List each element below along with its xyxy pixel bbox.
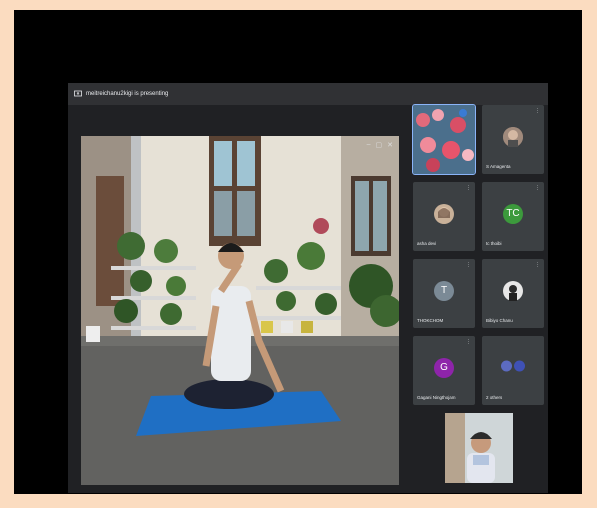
avatar: G bbox=[434, 357, 454, 378]
avatar bbox=[503, 126, 523, 147]
participant-name: asha devi bbox=[417, 241, 437, 246]
avatar-pair bbox=[501, 360, 525, 372]
more-options-icon[interactable]: ⋮ bbox=[535, 108, 540, 114]
participant-name: tc thoibi bbox=[486, 241, 502, 246]
self-view-video bbox=[445, 413, 513, 483]
avatar bbox=[503, 280, 523, 301]
participant-tile[interactable]: ⋮ Bibiyo Chanu bbox=[482, 259, 544, 328]
flowers-background bbox=[413, 105, 475, 174]
participant-tile[interactable]: 2 others bbox=[482, 336, 544, 405]
video-controls: – ▢ ✕ bbox=[367, 141, 393, 149]
yoga-scene bbox=[81, 136, 399, 485]
participant-name: Gagani Ningthojam bbox=[417, 395, 456, 400]
more-options-icon[interactable]: ⋮ bbox=[466, 185, 471, 191]
participant-tile[interactable]: ⋮ asha devi bbox=[413, 182, 475, 251]
avatar bbox=[501, 360, 512, 372]
avatar: TC bbox=[503, 203, 523, 224]
minimize-icon[interactable]: – bbox=[367, 141, 371, 149]
window-icon[interactable]: ▢ bbox=[376, 141, 383, 149]
presentation-video[interactable]: – ▢ ✕ bbox=[81, 136, 399, 485]
avatar bbox=[514, 360, 525, 372]
more-options-icon[interactable]: ⋮ bbox=[466, 262, 471, 268]
more-options-icon[interactable]: ⋮ bbox=[466, 339, 471, 345]
participant-name: 2 others bbox=[486, 395, 503, 400]
present-screen-icon bbox=[74, 90, 82, 98]
participant-name: S Amagenta bbox=[486, 164, 511, 169]
more-options-icon[interactable]: ⋮ bbox=[535, 262, 540, 268]
participant-tile[interactable]: G ⋮ Gagani Ningthojam bbox=[413, 336, 475, 405]
presenting-banner: meitreichanu2kigi is presenting bbox=[86, 91, 169, 97]
participant-tile[interactable] bbox=[412, 104, 476, 175]
participant-tile[interactable]: TC ⋮ tc thoibi bbox=[482, 182, 544, 251]
close-icon[interactable]: ✕ bbox=[387, 141, 393, 149]
participant-name: Bibiyo Chanu bbox=[486, 318, 513, 323]
participant-tile[interactable]: T ⋮ THOKCHOM bbox=[413, 259, 475, 328]
presenting-bar: meitreichanu2kigi is presenting bbox=[68, 83, 548, 105]
avatar bbox=[434, 203, 454, 224]
participant-name: THOKCHOM bbox=[417, 318, 444, 323]
avatar: T bbox=[434, 280, 454, 301]
main-stage: – ▢ ✕ bbox=[68, 105, 408, 493]
more-options-icon[interactable]: ⋮ bbox=[535, 185, 540, 191]
self-view-tile[interactable] bbox=[445, 413, 513, 483]
participant-grid: ⋮ S Amagenta ⋮ asha devi TC ⋮ tc thoibi … bbox=[412, 104, 548, 493]
monitor-frame: meitreichanu2kigi is presenting – ▢ ✕ ⋮ … bbox=[14, 10, 582, 494]
meet-window: meitreichanu2kigi is presenting – ▢ ✕ ⋮ … bbox=[68, 83, 548, 493]
participant-tile[interactable]: ⋮ S Amagenta bbox=[482, 105, 544, 174]
